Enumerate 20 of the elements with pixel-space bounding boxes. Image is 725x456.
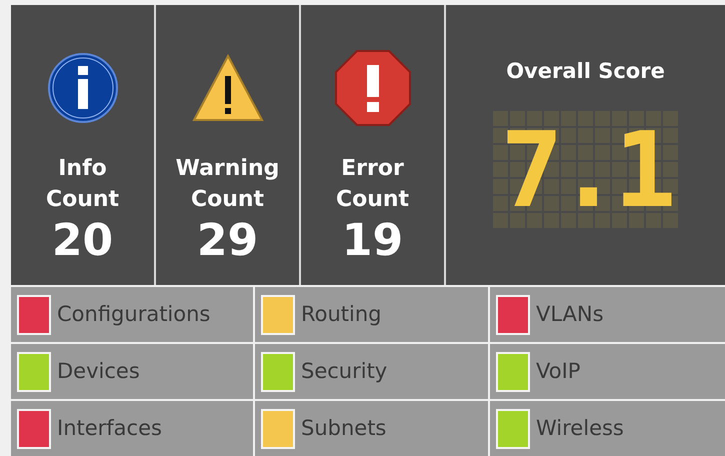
counter-label: Info Count <box>44 155 120 214</box>
category-name: Security <box>301 358 388 385</box>
category-name: VoIP <box>536 358 580 385</box>
warning-icon <box>192 52 264 124</box>
score-title: Overall Score <box>506 58 665 85</box>
counter-value: 29 <box>196 215 258 267</box>
counter-label: Warning Count <box>174 155 280 214</box>
stop-sign-icon <box>334 49 412 127</box>
category-name: Subnets <box>301 414 386 442</box>
category-name: Interfaces <box>57 414 162 442</box>
counter-value: 20 <box>52 215 114 267</box>
info-icon <box>46 52 118 124</box>
counter-label: Error Count <box>334 155 410 214</box>
category-name: Routing <box>301 300 382 328</box>
counter-value: 19 <box>342 215 404 267</box>
category-name: Wireless <box>536 414 624 442</box>
category-name: VLANs <box>536 300 604 328</box>
led-score-display: 7.1 <box>491 109 680 230</box>
category-name: Devices <box>57 358 140 385</box>
category-name: Configurations <box>57 300 210 328</box>
